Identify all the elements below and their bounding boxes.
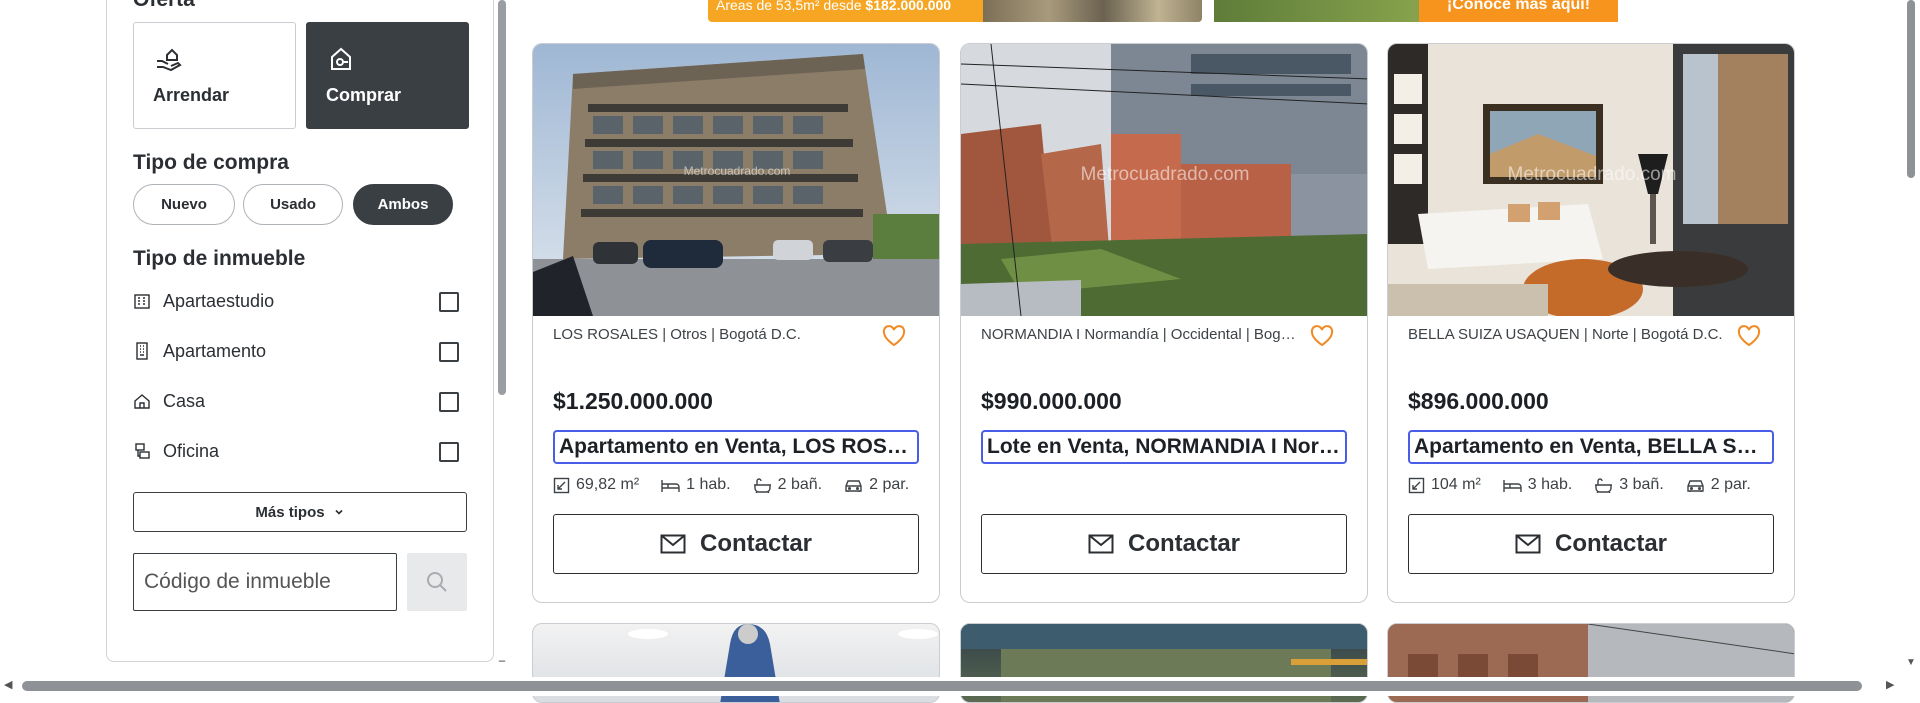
feature-area: 104 m² [1408, 476, 1481, 494]
feature-parking: 2 par. [1686, 476, 1751, 494]
promo-banner-right[interactable]: ¡Conoce más aquí! [1214, 0, 1618, 22]
feature-rooms: 3 hab. [1503, 476, 1572, 494]
property-type-label: Oficina [163, 440, 220, 461]
bathtub-icon [753, 477, 771, 493]
contact-button[interactable]: Contactar [553, 514, 919, 574]
listing-price: $990.000.000 [981, 388, 1122, 414]
listing-features: 69,82 m² 1 hab. 2 bañ. 2 par. [553, 476, 931, 494]
chevron-down-icon [335, 509, 343, 515]
feature-parking: 2 par. [844, 476, 909, 494]
area-icon [553, 477, 570, 493]
scroll-end-icon: ▔ [498, 661, 506, 670]
bed-icon [661, 479, 680, 492]
building-photo [533, 44, 939, 316]
hand-house-icon [157, 48, 182, 72]
scroll-down-arrow-icon[interactable]: ▼ [1906, 657, 1916, 668]
listing-photo[interactable]: Metrocuadrado.com [961, 44, 1367, 316]
offer-rent-button[interactable]: Arrendar [133, 22, 296, 129]
car-icon [845, 479, 862, 492]
search-icon [427, 572, 447, 592]
contact-label: Contactar [1127, 530, 1241, 557]
property-type-title: Tipo de inmueble [133, 247, 306, 270]
listing-photo[interactable]: Metrocuadrado.com [1388, 44, 1794, 316]
house-key-icon [331, 47, 351, 70]
property-type-oficina[interactable]: Oficina [133, 436, 459, 466]
mail-icon [1088, 534, 1114, 554]
listing-location: BELLA SUIZA USAQUEN | Norte | Bogotá D.C… [1408, 326, 1723, 343]
house-icon [134, 394, 150, 409]
purchase-type-ambos[interactable]: Ambos [353, 184, 453, 225]
promo-banner-image [983, 0, 1202, 22]
horizontal-scroll-thumb[interactable] [22, 681, 1862, 691]
filter-panel-scroll-thumb[interactable] [498, 0, 506, 395]
listing-title-link[interactable]: Lote en Venta, NORMANDIA I Normandía [981, 430, 1347, 464]
property-code-input[interactable] [133, 553, 397, 611]
property-type-label: Apartamento [163, 340, 267, 361]
favorite-heart-icon[interactable] [1309, 324, 1335, 348]
more-types-label: Más tipos [255, 503, 325, 521]
favorite-heart-icon[interactable] [881, 324, 907, 348]
more-types-button[interactable]: Más tipos [133, 492, 467, 532]
listing-photo[interactable]: Metrocuadrado.com [533, 44, 939, 316]
property-type-apartaestudio[interactable]: Apartaestudio [133, 286, 459, 316]
listing-features: 104 m² 3 hab. 3 bañ. 2 par. [1408, 476, 1773, 494]
casa-checkbox[interactable] [439, 392, 459, 412]
page-vertical-scrollbar[interactable]: ▼ [1902, 0, 1920, 696]
listing-card[interactable]: Metrocuadrado.com BELLA SUIZA USAQUEN | … [1387, 43, 1795, 603]
bed-icon [1503, 479, 1522, 492]
offer-buy-button[interactable]: Comprar [306, 22, 469, 129]
mail-icon [660, 534, 686, 554]
offer-buy-label: Comprar [326, 85, 402, 105]
bathtub-icon [1595, 477, 1613, 493]
tower-icon [136, 342, 148, 360]
scroll-right-arrow-icon[interactable]: ▶ [1886, 678, 1894, 691]
purchase-type-title: Tipo de compra [133, 151, 289, 174]
photo-watermark: Metrocuadrado.com [1507, 164, 1677, 185]
filter-panel-scrollbar[interactable]: ▔ [496, 0, 508, 670]
mail-icon [1515, 534, 1541, 554]
listing-location: NORMANDIA I Normandía | Occidental | Bog… [981, 326, 1301, 343]
purchase-type-nuevo[interactable]: Nuevo [133, 184, 235, 225]
code-search-button[interactable] [407, 553, 467, 611]
purchase-type-usado[interactable]: Usado [243, 184, 343, 225]
scroll-left-arrow-icon[interactable]: ◀ [4, 678, 12, 691]
oficina-checkbox[interactable] [439, 442, 459, 462]
contact-button[interactable]: Contactar [1408, 514, 1774, 574]
promo-cta-button[interactable]: ¡Conoce más aquí! [1419, 0, 1618, 22]
photo-watermark: Metrocuadrado.com [683, 164, 791, 178]
listing-title-link[interactable]: Apartamento en Venta, BELLA SUIZA USAQUE… [1408, 430, 1774, 464]
apartamento-checkbox[interactable] [439, 342, 459, 362]
feature-area: 69,82 m² [553, 476, 639, 494]
apartaestudio-checkbox[interactable] [439, 292, 459, 312]
page-horizontal-scrollbar[interactable]: ◀ ▶ [0, 677, 1902, 696]
listing-title-link[interactable]: Apartamento en Venta, LOS ROSALES [553, 430, 919, 464]
listing-card[interactable]: Metrocuadrado.com NORMANDIA I Normandía … [960, 43, 1368, 603]
office-icon [135, 443, 150, 459]
offer-title: Oferta [133, 0, 195, 12]
contact-button[interactable]: Contactar [981, 514, 1347, 574]
property-type-label: Apartaestudio [163, 290, 275, 311]
photo-watermark: Metrocuadrado.com [1080, 164, 1250, 185]
contact-label: Contactar [699, 530, 813, 557]
vertical-scroll-thumb[interactable] [1907, 0, 1915, 178]
offer-rent-label: Arrendar [153, 85, 230, 105]
feature-rooms: 1 hab. [661, 476, 731, 494]
feature-baths: 2 bañ. [753, 476, 822, 494]
listing-location: LOS ROSALES | Otros | Bogotá D.C. [553, 326, 801, 343]
promo-banner-text: Áreas de 53,5m² desde $182.000.000 [716, 0, 952, 13]
contact-label: Contactar [1554, 530, 1668, 557]
promo-banner-left[interactable]: Áreas de 53,5m² desde $182.000.000 [708, 0, 1202, 22]
favorite-heart-icon[interactable] [1736, 324, 1762, 348]
listing-price: $896.000.000 [1408, 388, 1549, 414]
property-type-apartamento[interactable]: Apartamento [133, 336, 459, 366]
area-icon [1408, 477, 1425, 493]
listing-price: $1.250.000.000 [553, 388, 713, 414]
building-icon [134, 294, 150, 309]
property-type-casa[interactable]: Casa [133, 386, 459, 416]
car-icon [1687, 479, 1704, 492]
property-type-label: Casa [163, 390, 206, 411]
feature-baths: 3 bañ. [1594, 476, 1664, 494]
listing-card[interactable]: Metrocuadrado.com LOS ROSALES | Otros | … [532, 43, 940, 603]
